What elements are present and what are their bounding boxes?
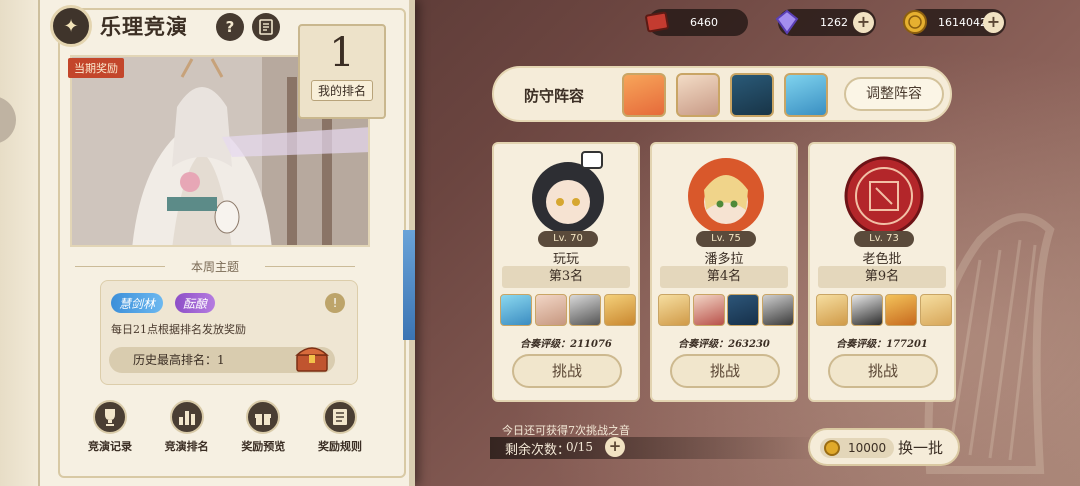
opponent-name: 老色批 (862, 252, 902, 267)
trophy-icon (93, 400, 127, 434)
challenge-button[interactable]: 挑战 (828, 354, 938, 388)
team-member-avatar (500, 294, 532, 326)
daily-reward-note: 每日21点根据排名发放奖励 (111, 323, 246, 336)
diamond-counter[interactable]: 1262 + (775, 9, 876, 36)
opponent-team (658, 294, 794, 326)
document-button[interactable] (252, 13, 280, 41)
opponent-rank: 第3名 (502, 266, 630, 288)
help-button[interactable]: ? (216, 13, 244, 41)
remaining-label: 剩余次数： (505, 443, 571, 458)
diamond-value: 1262 (820, 16, 848, 29)
team-member-avatar (692, 294, 725, 326)
opponent-level: Lv. 70 (538, 231, 598, 247)
opponent-team (816, 294, 952, 326)
team-member-avatar (850, 294, 883, 326)
gift-icon (246, 400, 281, 434)
opponent-level: Lv. 75 (696, 231, 756, 247)
challenge-button[interactable]: 挑战 (670, 354, 780, 388)
menu-label: 竞演记录 (88, 440, 132, 453)
opponent-score: 合奏评级：263230 (678, 339, 770, 350)
coin-counter[interactable]: 1614042 + (903, 9, 1006, 36)
team-member-avatar (761, 294, 794, 326)
challenge-button[interactable]: 挑战 (512, 354, 622, 388)
menu-reward-preview[interactable]: 奖励预览 (233, 400, 293, 454)
defense-avatar-4[interactable] (784, 73, 828, 117)
side-tab-button[interactable] (0, 96, 16, 144)
team-member-avatar (569, 294, 602, 326)
book-spine (0, 0, 40, 486)
team-member-avatar (816, 294, 848, 326)
opponent-card: Lv. 73 老色批 第9名 合奏评级：177201 挑战 (808, 142, 956, 402)
opponent-avatar[interactable] (838, 150, 930, 240)
opponent-score: 合奏评级：177201 (836, 339, 928, 350)
adjust-lineup-button[interactable]: 调整阵容 (844, 77, 944, 111)
defense-avatar-1[interactable] (622, 73, 666, 117)
current-reward-tag: 当期奖励 (68, 58, 124, 78)
coin-icon (824, 440, 840, 456)
weekly-theme-heading: 本周主题 (75, 258, 355, 275)
gold-coin-icon (898, 5, 932, 39)
add-diamond-button[interactable]: + (853, 12, 874, 33)
opponent-rank: 第4名 (660, 266, 788, 288)
menu-arena-ranking[interactable]: 竞演排名 (157, 400, 217, 454)
refresh-opponents-button[interactable]: 10000 换一批 (808, 428, 960, 466)
menu-label: 奖励规则 (317, 440, 362, 453)
my-rank-badge: 1 我的排名 (298, 24, 386, 119)
red-card-icon (640, 5, 674, 39)
coin-value: 1614042 (938, 16, 987, 29)
rules-list-icon (322, 400, 357, 434)
team-member-avatar (658, 294, 690, 326)
defense-avatar-2[interactable] (676, 73, 720, 117)
opponent-card: Lv. 75 潘多拉 第4名 合奏评级：263230 挑战 (650, 142, 798, 402)
back-emblem-icon[interactable]: ✦ (50, 5, 92, 47)
team-member-avatar (919, 294, 952, 326)
page-title: 乐理竞演 (100, 14, 188, 39)
opponent-name: 潘多拉 (704, 252, 744, 267)
refresh-label: 换一批 (898, 439, 944, 457)
opponent-avatar[interactable] (680, 150, 772, 240)
team-member-avatar (534, 294, 567, 326)
team-member-avatar (885, 294, 918, 326)
team-member-avatar (603, 294, 636, 326)
arena-bottom-menu: 竞演记录 竞演排名 奖励预览 奖励规则 (80, 400, 370, 454)
add-coin-button[interactable]: + (983, 12, 1004, 33)
add-attempts-button[interactable]: + (605, 437, 625, 457)
purple-gem-icon (770, 5, 804, 39)
weekly-theme-card: 慧剑林 酝酿 ! 每日21点根据排名发放奖励 历史最高排名：1 (100, 280, 358, 385)
arena-book-panel: ✦ 乐理竞演 ? 当期奖励 1 我的排名 本周主题 慧剑林 酝酿 ! 每日21点… (0, 0, 415, 486)
ticket-value: 6460 (690, 16, 718, 29)
document-icon (259, 19, 273, 35)
menu-label: 奖励预览 (241, 440, 286, 453)
team-member-avatar (727, 294, 760, 326)
menu-reward-rules[interactable]: 奖励规则 (310, 400, 370, 454)
defense-avatar-3[interactable] (730, 73, 774, 117)
bookmark-ribbon (403, 230, 415, 340)
opponent-avatar[interactable] (522, 150, 614, 240)
defense-lineup-bar: 防守阵容 调整阵容 (492, 66, 952, 122)
opponent-level: Lv. 73 (854, 231, 914, 247)
opponent-card: Lv. 70 玩玩 第3名 合奏评级：211076 挑战 (492, 142, 640, 402)
bar-chart-icon (169, 400, 204, 434)
treasure-chest-icon[interactable] (295, 343, 329, 373)
defense-label: 防守阵容 (524, 87, 585, 105)
theme-tag-1: 慧剑林 (111, 293, 164, 313)
today-challenge-note: 今日还可获得7次挑战之音 (502, 424, 630, 437)
ticket-counter[interactable]: 6460 (645, 9, 748, 36)
opponent-rank: 第9名 (818, 266, 946, 288)
remaining-value: 0/15 (566, 440, 593, 454)
theme-tag-2: 酝酿 (175, 293, 216, 313)
menu-arena-record[interactable]: 竞演记录 (80, 400, 140, 454)
my-rank-label: 我的排名 (310, 80, 373, 101)
opponent-name: 玩玩 (552, 252, 579, 267)
opponent-team (500, 294, 636, 326)
my-rank-value: 1 (329, 30, 355, 76)
info-icon[interactable]: ! (325, 293, 345, 313)
opponent-score: 合奏评级：211076 (520, 339, 612, 350)
menu-label: 竞演排名 (164, 440, 209, 453)
